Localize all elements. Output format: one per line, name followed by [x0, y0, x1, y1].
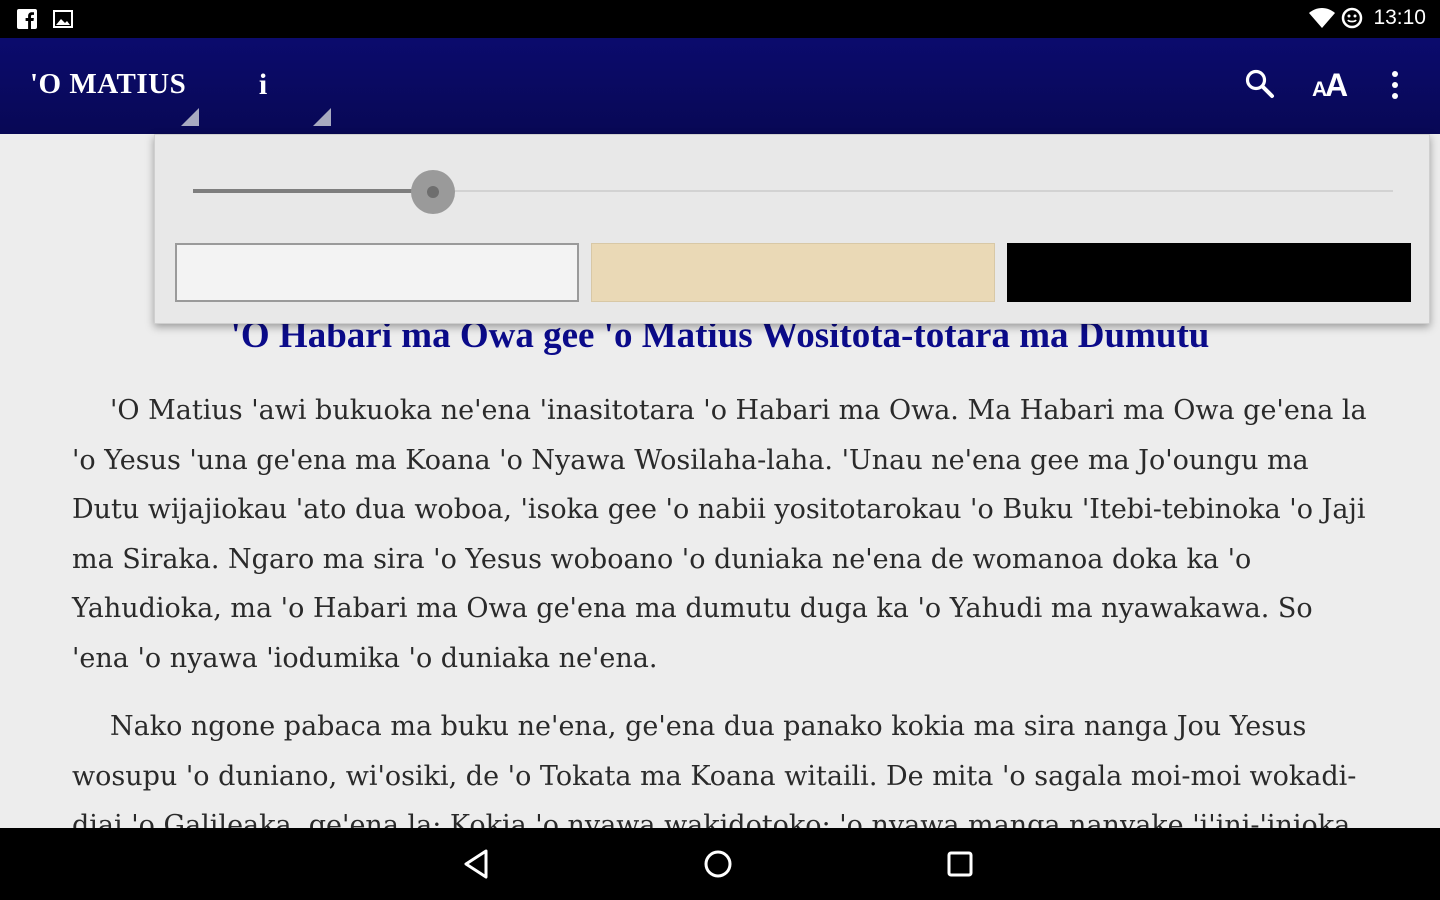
recents-icon[interactable]	[940, 844, 980, 884]
font-size-slider-fill	[193, 189, 433, 193]
theme-light-button[interactable]	[175, 243, 579, 302]
wifi-icon	[1309, 7, 1336, 29]
book-dropdown-indicator	[181, 108, 199, 126]
book-selector[interactable]: 'O MATIUS	[30, 68, 186, 101]
data-saver-icon	[1341, 7, 1363, 29]
text-settings-popup	[154, 134, 1430, 324]
info-button[interactable]: i	[250, 68, 276, 102]
status-clock: 13:10	[1373, 6, 1426, 29]
search-icon[interactable]	[1242, 66, 1278, 107]
home-icon[interactable]	[698, 844, 738, 884]
theme-dark-button[interactable]	[1007, 243, 1411, 302]
svg-text:A: A	[1325, 67, 1348, 102]
navigation-bar	[0, 828, 1440, 900]
image-notification-icon	[52, 8, 74, 30]
chapter-dropdown-indicator[interactable]	[313, 108, 331, 126]
theme-sepia-button[interactable]	[591, 243, 995, 302]
font-size-slider-thumb[interactable]	[411, 170, 455, 214]
paragraph: 'O Matius 'awi bukuoka ne'ena 'inasitota…	[72, 395, 1367, 674]
paragraph: Nako ngone pabaca ma buku ne'ena, ge'ena…	[72, 711, 1357, 828]
facebook-notification-icon	[16, 8, 38, 30]
text-size-icon[interactable]: AA	[1310, 66, 1354, 107]
app-bar: 'O MATIUS i AA	[0, 38, 1440, 134]
back-icon[interactable]	[456, 844, 496, 884]
overflow-menu-icon[interactable]	[1384, 68, 1406, 107]
status-bar: 13:10	[0, 0, 1440, 38]
